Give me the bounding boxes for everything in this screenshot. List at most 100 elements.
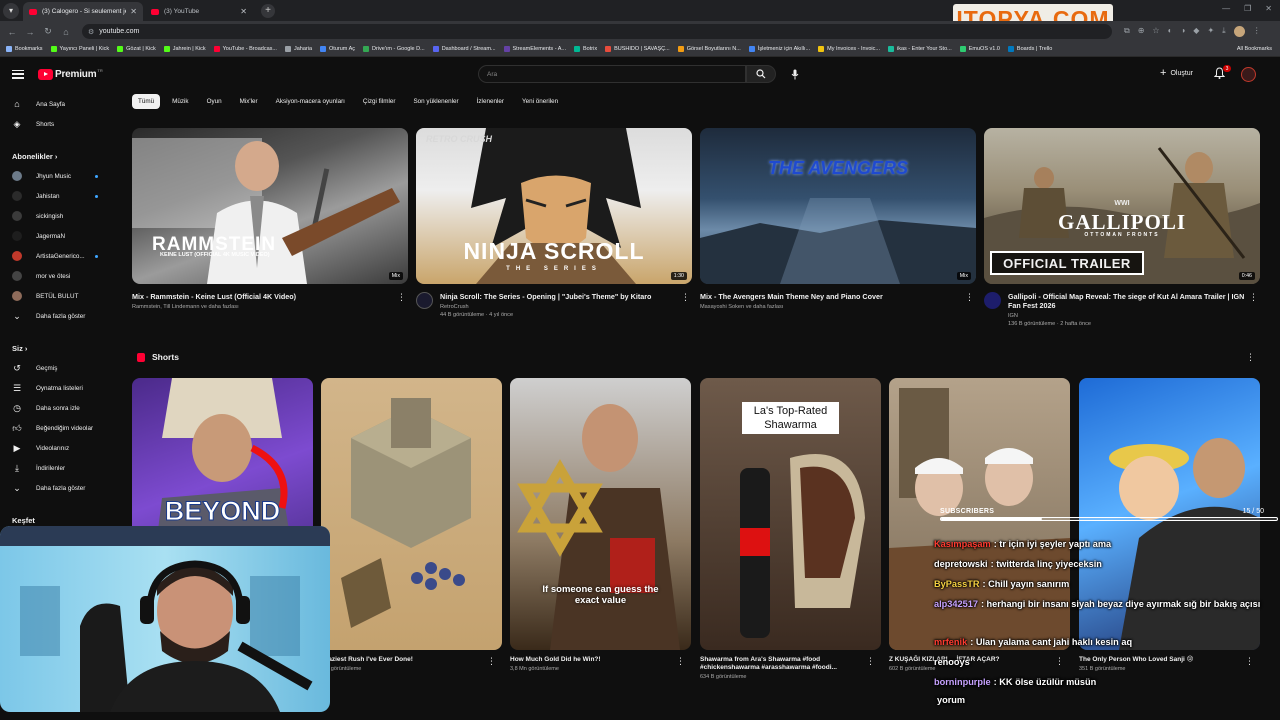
bookmark-item[interactable]: Botrix	[574, 46, 597, 52]
sidebar-item[interactable]: sickingish	[0, 207, 120, 225]
bookmark-item[interactable]: Boards | Trello	[1007, 46, 1052, 52]
short-title[interactable]: Shawarma from Ara's Shawarma #food #chic…	[700, 656, 865, 672]
short-thumbnail[interactable]	[321, 378, 502, 650]
bookmark-item[interactable]: ikas - Enter Your Sto...	[888, 46, 952, 52]
url-field[interactable]: ⚙ youtube.com	[82, 24, 1112, 39]
sidebar-item[interactable]: ⤓ İndirilenler	[0, 459, 120, 477]
extension-icon[interactable]: ◑	[1180, 26, 1185, 37]
sidebar-item[interactable]: Jahistan	[0, 187, 120, 205]
bookmark-item[interactable]: Jaharia	[284, 46, 312, 52]
filter-chip[interactable]: Mix'ler	[234, 94, 264, 109]
reload-icon[interactable]: ↻	[42, 26, 54, 38]
extension-icon[interactable]: ◆	[1193, 26, 1199, 37]
video-card[interactable]: RAMMSTEIN KEINE LUST (OFFICIAL 4K MUSIC …	[132, 128, 408, 311]
back-icon[interactable]: ←	[6, 26, 18, 38]
close-window-icon[interactable]: ✕	[1265, 4, 1272, 13]
zoom-icon[interactable]: ⊕	[1138, 26, 1145, 37]
close-tab-icon[interactable]: ✕	[240, 7, 247, 16]
video-title[interactable]: Gallipoli - Official Map Reveal: The sie…	[1008, 292, 1248, 310]
forward-icon[interactable]: →	[24, 26, 36, 38]
more-options-icon[interactable]: ⋮	[1249, 292, 1258, 303]
bookmark-item[interactable]: EmuOS v1.0	[959, 46, 1000, 52]
shorts-more-icon[interactable]: ⋮	[1246, 352, 1255, 363]
channel-avatar[interactable]	[416, 292, 433, 309]
video-thumbnail[interactable]: RETRO CRUSH NINJA SCROLL THE SERIES 1:30	[416, 128, 692, 284]
you-heading[interactable]: Siz ›	[12, 344, 27, 353]
video-thumbnail[interactable]: RAMMSTEIN KEINE LUST (OFFICIAL 4K MUSIC …	[132, 128, 408, 284]
more-options-icon[interactable]: ⋮	[866, 656, 875, 667]
bookmark-item[interactable]: İşletmeniz için Akıllı...	[748, 46, 810, 52]
tab-search-icon[interactable]: ▾	[3, 2, 19, 19]
extension-icon[interactable]: ◐	[1168, 26, 1173, 37]
sidebar-item[interactable]: JagermaN	[0, 227, 120, 245]
short-thumbnail[interactable]: If someone can guess the exact value	[510, 378, 691, 650]
search-button[interactable]	[746, 65, 776, 83]
video-title[interactable]: Mix - The Avengers Main Theme Ney and Pi…	[700, 292, 940, 301]
short-title[interactable]: How Much Gold Did he Win?!	[510, 656, 675, 664]
sidebar-item[interactable]: ▶ Videolarınız	[0, 439, 120, 457]
short-thumbnail[interactable]: La's Top-Rated Shawarma	[700, 378, 881, 650]
sidebar-item[interactable]: BETÜL BULUT	[0, 287, 120, 305]
account-avatar[interactable]	[1241, 67, 1256, 82]
close-tab-icon[interactable]: ✕	[130, 7, 137, 16]
more-options-icon[interactable]: ⋮	[487, 656, 496, 667]
all-bookmarks-button[interactable]: All Bookmarks	[1237, 46, 1272, 52]
video-title[interactable]: Mix - Rammstein - Keine Lust (Official 4…	[132, 292, 372, 301]
video-card[interactable]: THE AVENGERS Mix Mix - The Avengers Main…	[700, 128, 976, 311]
voice-search-button[interactable]	[788, 67, 802, 81]
sidebar-item[interactable]: ⌄ Daha fazla göster	[0, 307, 120, 325]
filter-chip[interactable]: Tümü	[132, 94, 161, 109]
filter-chip[interactable]: Son yüklenenler	[407, 94, 464, 109]
new-tab-button[interactable]: +	[261, 3, 275, 18]
bookmark-item[interactable]: Jahrein | Kick	[163, 46, 206, 52]
video-card[interactable]: RETRO CRUSH NINJA SCROLL THE SERIES 1:30…	[416, 128, 692, 319]
tab-youtube[interactable]: (3) YouTube ✕	[145, 2, 253, 21]
bookmark-item[interactable]: Oturum Aç	[320, 46, 355, 52]
filter-chip[interactable]: İzlenenler	[471, 94, 510, 109]
menu-kebab-icon[interactable]: ⋮	[1253, 26, 1261, 37]
filter-chip[interactable]: Müzik	[166, 94, 194, 109]
video-channel[interactable]: RetroCrush	[440, 303, 668, 311]
video-channel[interactable]: Rammstein, Till Lindemann ve daha fazlas…	[132, 303, 372, 311]
short-card[interactable]: If someone can guess the exact value How…	[510, 378, 691, 672]
minimize-icon[interactable]: —	[1222, 4, 1230, 13]
sidebar-item[interactable]: ⌄ Daha fazla göster	[0, 479, 120, 497]
sidebar-item[interactable]: 👍︎ Beğendiğim videolar	[0, 419, 120, 437]
short-card[interactable]: La's Top-Rated Shawarma Shawarma from Ar…	[700, 378, 881, 680]
sidebar-item[interactable]: ◷ Daha sonra izle	[0, 399, 120, 417]
install-icon[interactable]: ⧉	[1124, 26, 1130, 37]
bookmark-item[interactable]: StreamElements - A...	[503, 46, 566, 52]
video-channel[interactable]: IGN	[1008, 312, 1248, 320]
bookmark-item[interactable]: Gözat | Kick	[117, 46, 156, 52]
maximize-icon[interactable]: ❐	[1244, 4, 1251, 13]
create-button[interactable]: + Oluştur	[1160, 67, 1193, 79]
bookmark-item[interactable]: Dashboard / Stream...	[432, 46, 496, 52]
filter-chip[interactable]: Aksiyon-macera oyunları	[270, 94, 351, 109]
bookmark-item[interactable]: Yayıncı Paneli | Kick	[50, 46, 109, 52]
sidebar-item[interactable]: mor ve ötesi	[0, 267, 120, 285]
filter-chip[interactable]: Oyun	[201, 94, 228, 109]
youtube-logo[interactable]: Premium TR	[38, 68, 103, 80]
home-browser-icon[interactable]: ⌂	[60, 26, 72, 38]
bookmark-item[interactable]: Bookmarks	[6, 46, 43, 52]
sidebar-item[interactable]: ⌂ Ana Sayfa	[0, 95, 120, 113]
channel-avatar[interactable]	[984, 292, 1001, 309]
video-channel[interactable]: Masayoshi Soken ve daha fazlası	[700, 303, 940, 311]
short-card[interactable]: Craziest Rush I've Ever Done! 4 B görünt…	[321, 378, 502, 672]
filter-chip[interactable]: Çizgi filmler	[357, 94, 402, 109]
filter-chip[interactable]: Yeni önerilen	[516, 94, 564, 109]
more-options-icon[interactable]: ⋮	[965, 292, 974, 303]
more-options-icon[interactable]: ⋮	[681, 292, 690, 303]
sidebar-item[interactable]: Jhyun Music	[0, 167, 120, 185]
hamburger-menu-icon[interactable]	[12, 69, 24, 79]
video-title[interactable]: Ninja Scroll: The Series - Opening | "Ju…	[440, 292, 668, 301]
more-options-icon[interactable]: ⋮	[397, 292, 406, 303]
profile-avatar[interactable]	[1233, 26, 1245, 37]
bookmark-item[interactable]: YouTube - Broadcas...	[213, 46, 277, 52]
downloads-icon[interactable]: ⤓	[1222, 26, 1226, 37]
bookmark-item[interactable]: Drive'ım - Google D...	[363, 46, 425, 52]
sidebar-item[interactable]: ArtistaGenerico...	[0, 247, 120, 265]
site-info-icon[interactable]: ⚙	[88, 28, 94, 36]
tab-calogero[interactable]: (3) Calogero - Si seulement je ... ✕	[23, 2, 143, 21]
bookmark-star-icon[interactable]: ☆	[1152, 26, 1159, 37]
